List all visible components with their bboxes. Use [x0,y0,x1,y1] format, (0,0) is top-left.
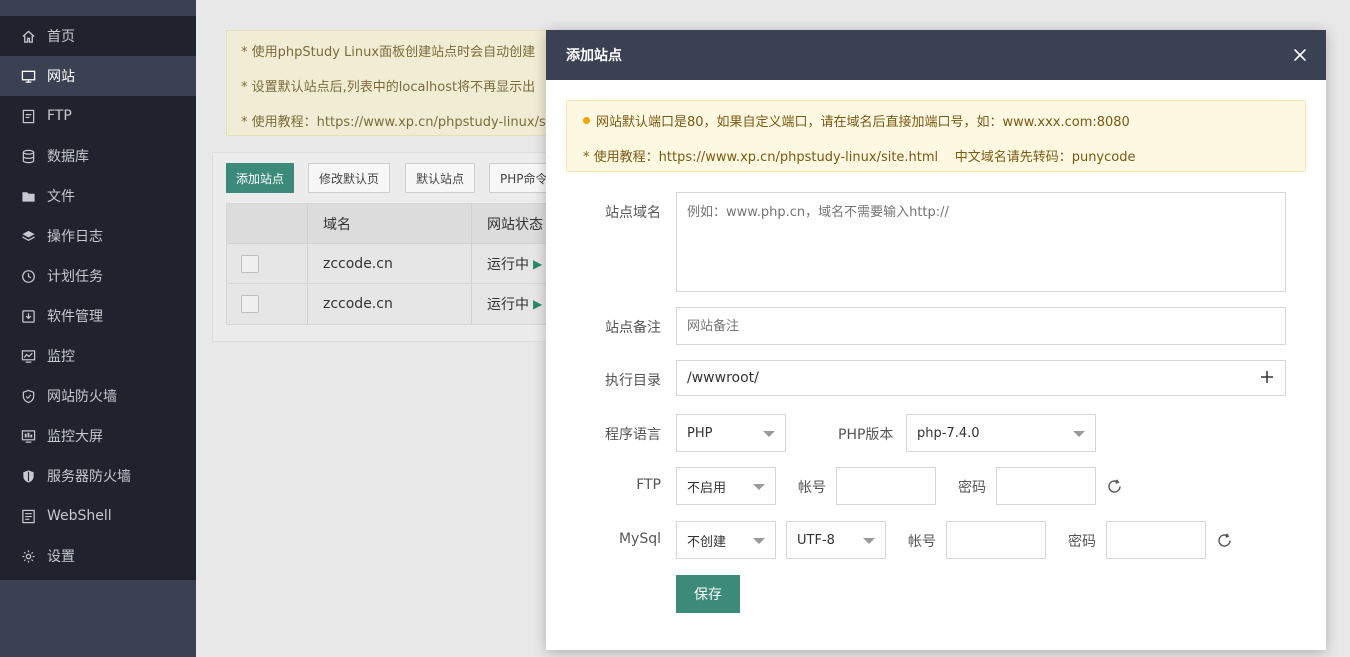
chevron-down-icon [753,484,765,490]
warning-dot-icon [583,117,590,124]
mysql-account-label: 帐号 [908,534,936,550]
php-version-value: php-7.4.0 [917,425,980,441]
php-version-label: PHP版本 [838,427,894,443]
language-value: PHP [687,425,713,441]
remark-input[interactable] [676,307,1286,345]
charset-value: UTF-8 [797,532,835,548]
charset-select[interactable]: UTF-8 [786,521,886,559]
add-site-dialog: 添加站点 网站默认端口是80，如果自定义端口，请在域名后直接加端口号，如：www… [546,30,1326,650]
ftp-account-label: 帐号 [798,480,826,496]
directory-label: 执行目录 [605,373,661,389]
mysql-select[interactable]: 不创建 [676,521,776,559]
chevron-down-icon [763,431,775,437]
chevron-down-icon [1073,431,1085,437]
mysql-value: 不创建 [687,534,727,550]
ftp-label: FTP [636,477,661,493]
domain-textarea[interactable] [676,192,1286,292]
notice-port-text: 网站默认端口是80，如果自定义端口，请在域名后直接加端口号，如：www.xxx.… [596,115,1130,130]
refresh-icon[interactable] [1215,531,1233,549]
domain-label: 站点域名 [605,205,661,221]
dialog-title: 添加站点 [566,48,622,64]
close-icon[interactable] [1290,45,1310,65]
ftp-password-label: 密码 [958,480,986,496]
save-button[interactable]: 保存 [676,575,740,613]
chevron-down-icon [753,538,765,544]
refresh-icon[interactable] [1105,477,1123,495]
mysql-account-input[interactable] [946,521,1046,559]
language-label: 程序语言 [605,427,661,443]
remark-label: 站点备注 [605,320,661,336]
directory-input[interactable]: /wwwroot/ [676,360,1286,396]
mysql-label: MySql [618,531,661,547]
dialog-header: 添加站点 [546,30,1326,80]
chevron-down-icon [863,538,875,544]
notice-box: 网站默认端口是80，如果自定义端口，请在域名后直接加端口号，如：www.xxx.… [566,100,1306,172]
php-version-select[interactable]: php-7.4.0 [906,414,1096,452]
notice-tutorial-text: * 使用教程：https://www.xp.cn/phpstudy-linux/… [583,150,1136,165]
directory-value: /wwwroot/ [687,370,759,386]
mysql-password-label: 密码 [1068,534,1096,550]
mysql-password-input[interactable] [1106,521,1206,559]
plus-icon[interactable] [1259,369,1275,385]
language-select[interactable]: PHP [676,414,786,452]
ftp-select[interactable]: 不启用 [676,467,776,505]
ftp-account-input[interactable] [836,467,936,505]
ftp-password-input[interactable] [996,467,1096,505]
ftp-value: 不启用 [687,480,727,496]
